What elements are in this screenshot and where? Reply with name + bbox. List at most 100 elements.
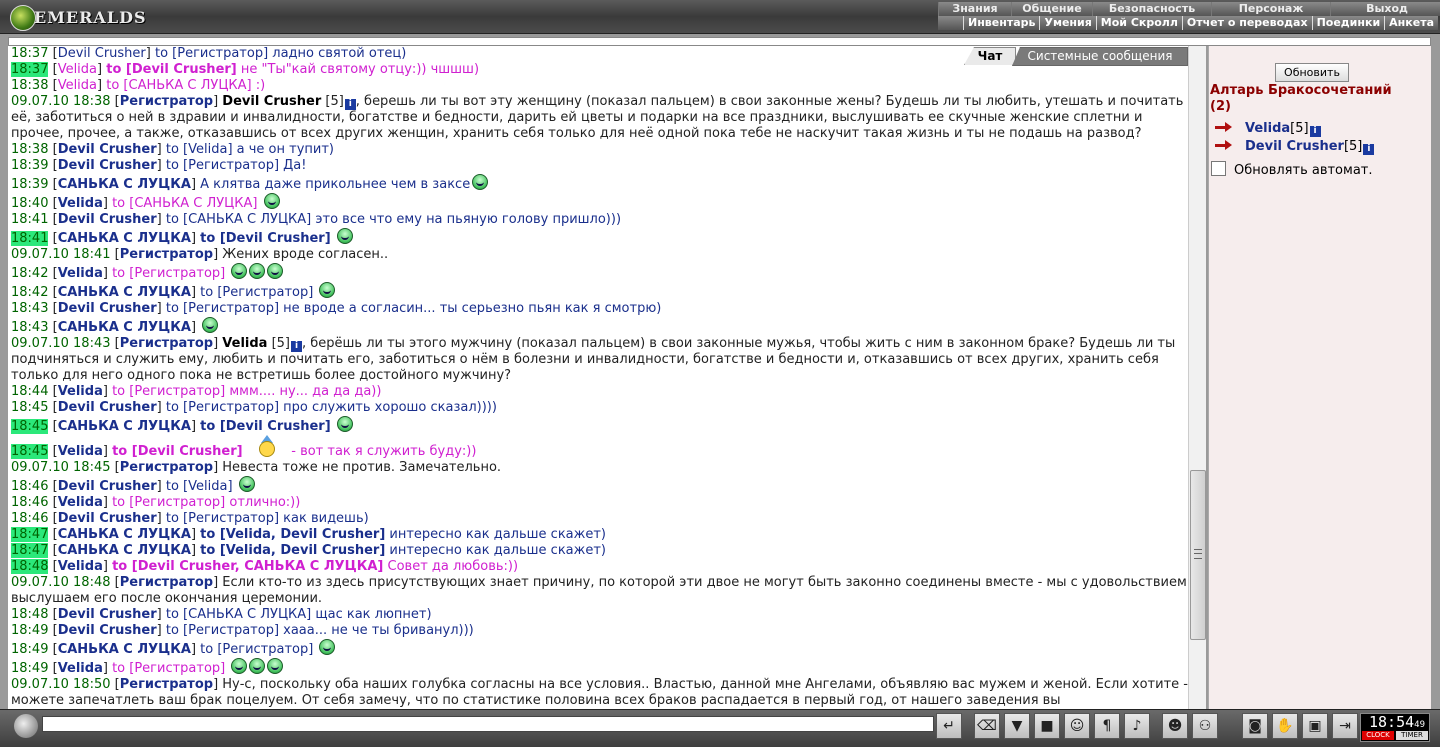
info-icon[interactable]: i	[1309, 126, 1321, 137]
sender-name[interactable]: Velida	[58, 266, 103, 281]
sender-name[interactable]: Velida	[58, 384, 103, 399]
auto-refresh-checkbox[interactable]	[1211, 161, 1226, 176]
sender-name[interactable]: САНЬКА С ЛУЦКА	[58, 419, 191, 434]
sender-name[interactable]: САНЬКА С ЛУЦКА	[58, 642, 191, 657]
submenu-my-scroll[interactable]: Мой Скролл	[1095, 16, 1182, 30]
sender-name[interactable]: Devil Crusher	[58, 511, 157, 526]
player-name[interactable]: Velida	[222, 336, 267, 351]
message-text: ]	[97, 62, 107, 77]
menu-knowledge[interactable]: Знания	[938, 2, 1011, 16]
sender-name[interactable]: Velida	[58, 444, 103, 459]
chat-line: 18:46 [Devil Crusher] to [Регистратор] к…	[11, 511, 1188, 527]
clock-tab[interactable]: CLOCK	[1362, 731, 1394, 740]
sender-name[interactable]: САНЬКА С ЛУЦКА	[58, 177, 191, 192]
info-icon[interactable]: i	[291, 341, 302, 352]
sender-name[interactable]: Регистратор	[120, 336, 213, 351]
sender-name[interactable]: Регистратор	[120, 94, 213, 109]
exit-icon[interactable]: ⇥	[1332, 713, 1358, 739]
chat-log[interactable]: 18:37 [Devil Crusher] to [Регистратор] л…	[8, 46, 1188, 709]
tab-system-messages[interactable]: Системные сообщения	[1012, 47, 1188, 66]
smiley-icon[interactable]: ☻	[1162, 713, 1188, 739]
sender-name[interactable]: Devil Crusher	[58, 479, 157, 494]
sender-name[interactable]: САНЬКА С ЛУЦКА	[58, 527, 191, 542]
message-text: [	[48, 607, 58, 622]
sender-name[interactable]: Devil Crusher	[58, 301, 157, 316]
sender-name[interactable]: Devil Crusher	[58, 400, 157, 415]
message-text: [	[48, 623, 58, 638]
chat-line: 18:47 [САНЬКА С ЛУЦКА] to [Velida, Devil…	[11, 543, 1188, 559]
auto-refresh-option[interactable]: Обновлять автомат.	[1211, 161, 1373, 178]
sender-name[interactable]: Velida	[58, 495, 103, 510]
sender-name[interactable]: САНЬКА С ЛУЦКА	[58, 543, 191, 558]
sender-name[interactable]: Velida	[58, 661, 103, 676]
sender-name[interactable]: to [Velida, Devil Crusher]	[200, 527, 385, 542]
info-icon[interactable]: i	[344, 99, 356, 110]
sender-name[interactable]: Регистратор	[120, 677, 213, 692]
scrollbar-thumb[interactable]	[1190, 470, 1206, 640]
message-text: ]	[102, 495, 113, 510]
player-name[interactable]: Devil Crusher	[1245, 139, 1344, 154]
location-count: (2)	[1210, 99, 1231, 114]
sender-name[interactable]: Регистратор	[120, 460, 213, 475]
bag-icon[interactable]: ◙	[1242, 713, 1268, 739]
sender-name[interactable]: to [Velida, Devil Crusher]	[200, 543, 385, 558]
sender-name[interactable]: САНЬКА С ЛУЦКА	[58, 231, 191, 246]
private-arrow-icon[interactable]	[1213, 120, 1233, 134]
chat-line: 18:40 [Velida] to [САНЬКА С ЛУЦКА]	[11, 193, 1188, 212]
logo[interactable]: EMERALDS	[4, 2, 164, 32]
sender-name[interactable]: Регистратор	[120, 247, 213, 262]
sender-name[interactable]: Devil Crusher	[58, 158, 157, 173]
timer-tab[interactable]: TIMER	[1396, 731, 1428, 740]
sender-name[interactable]: Velida	[58, 196, 103, 211]
chat-line: 18:44 [Velida] to [Регистратор] ммм.... …	[11, 384, 1188, 400]
sender-name[interactable]: САНЬКА С ЛУЦКА	[58, 320, 191, 335]
refresh-button[interactable]: Обновить	[1275, 63, 1349, 82]
lock-icon[interactable]: ▣	[1302, 713, 1328, 739]
smiley-icon	[238, 476, 255, 492]
submenu-transfer-report[interactable]: Отчет о переводах	[1181, 16, 1312, 30]
submenu-skills[interactable]: Умения	[1039, 16, 1095, 30]
private-arrow-icon[interactable]	[1213, 138, 1233, 152]
menu-character[interactable]: Персонаж	[1211, 2, 1330, 16]
chat-scrollbar[interactable]	[1188, 46, 1206, 709]
player-row[interactable]: Devil Crusher[5] i	[1213, 138, 1375, 155]
character-icon[interactable]: ☺	[1064, 713, 1090, 739]
submenu-profile[interactable]: Анкета	[1384, 16, 1438, 30]
menu-exit[interactable]: Выход	[1330, 2, 1440, 16]
chat-mode-icon[interactable]	[14, 714, 38, 738]
translit-icon[interactable]: ¶	[1094, 713, 1120, 739]
submenu-inventory[interactable]: Инвентарь	[963, 16, 1039, 30]
sender-name[interactable]: Devil Crusher	[58, 607, 157, 622]
eraser-icon[interactable]: ⌫	[974, 713, 1000, 739]
hands-icon[interactable]: ✋	[1272, 713, 1298, 739]
player-name[interactable]: Devil Crusher	[222, 94, 321, 109]
sound-icon[interactable]: ♪	[1124, 713, 1150, 739]
sender-name[interactable]: to [Devil Crusher]	[200, 231, 335, 246]
player-row[interactable]: Velida[5] i	[1213, 120, 1321, 137]
info-icon[interactable]: i	[1363, 144, 1375, 155]
message-text: ]	[156, 142, 166, 157]
timestamp: 09.07.10 18:48	[11, 575, 111, 590]
message-text: [	[48, 301, 58, 316]
filter-icon[interactable]: ▼	[1004, 713, 1030, 739]
save-icon[interactable]: ■	[1034, 713, 1060, 739]
sender-name[interactable]: Devil Crusher	[58, 142, 157, 157]
chat-input[interactable]	[42, 716, 934, 732]
sender-name[interactable]: Devil Crusher	[58, 212, 157, 227]
users-icon[interactable]: ⚇	[1192, 713, 1218, 739]
message-text: ]	[156, 511, 166, 526]
tab-chat[interactable]: Чат	[964, 47, 1016, 65]
sender-name[interactable]: Регистратор	[120, 575, 213, 590]
sender-name[interactable]: Velida	[58, 559, 103, 574]
submenu-fights[interactable]: Поединки	[1311, 16, 1385, 30]
message-text: [	[48, 320, 58, 335]
player-name[interactable]: Velida	[1245, 121, 1290, 136]
menu-communication[interactable]: Общение	[1011, 2, 1092, 16]
sender-name[interactable]: to [Devil Crusher]	[200, 419, 335, 434]
send-icon[interactable]: ↵	[936, 713, 962, 739]
menu-security[interactable]: Безопасность	[1092, 2, 1211, 16]
sender-name[interactable]: САНЬКА С ЛУЦКА	[58, 285, 191, 300]
message-text: ]	[156, 400, 166, 415]
message-text: [	[48, 661, 58, 676]
sender-name[interactable]: Devil Crusher	[58, 623, 157, 638]
